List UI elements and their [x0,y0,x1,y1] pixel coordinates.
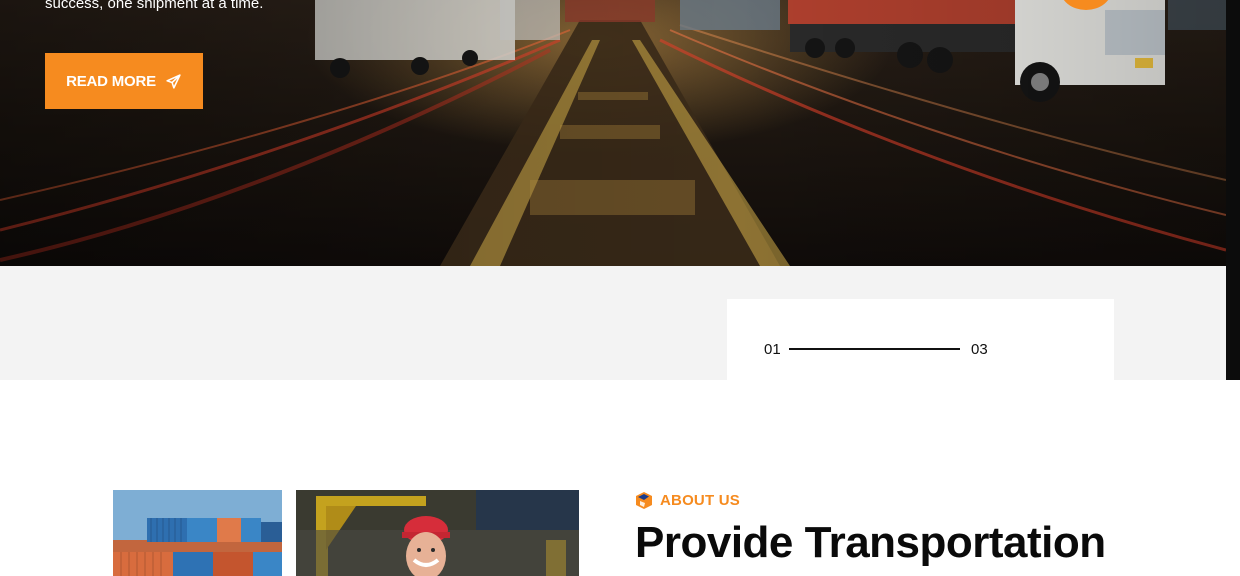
about-tag-label: ABOUT US [660,492,740,509]
slide-progress-line [789,348,960,350]
about-worker-image [296,490,579,576]
slide-total-number[interactable]: 03 [971,341,988,358]
about-heading: Provide Transportation [635,518,1106,567]
hero-banner: success, one shipment at a time. READ MO… [0,0,1226,266]
paper-plane-icon [166,73,181,89]
logo-mark-icon [636,492,652,509]
read-more-label: READ MORE [66,72,156,90]
about-containers-image [113,490,282,576]
about-section-tag: ABOUT US [636,492,740,509]
read-more-button[interactable]: READ MORE [45,53,203,109]
hero-tagline: success, one shipment at a time. [45,0,264,12]
page-edge-bar [1226,0,1240,380]
slide-current-number[interactable]: 01 [764,341,781,358]
slider-pagination-card [727,299,1114,380]
hero-overlay [0,0,1226,266]
